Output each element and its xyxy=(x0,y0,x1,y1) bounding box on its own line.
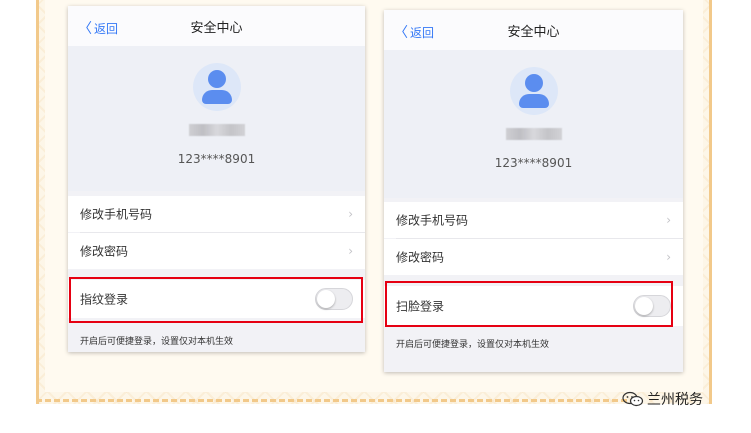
frame-dashed-border xyxy=(36,399,636,402)
watermark-text: 兰州税务 xyxy=(647,392,703,408)
watermark: 兰州税务 xyxy=(622,389,703,409)
chevron-right-icon: › xyxy=(348,244,353,258)
profile-section: 123****8901 xyxy=(68,46,365,191)
login-hint-text: 开启后可便捷登录，设置仅对本机生效 xyxy=(80,337,234,347)
avatar-head xyxy=(524,74,543,92)
avatar-body xyxy=(201,90,232,104)
highlight-box xyxy=(385,281,673,327)
avatar-icon xyxy=(192,63,241,111)
nav-bar: 〈返回 安全中心 xyxy=(384,10,683,51)
blurred-username xyxy=(505,128,562,140)
wechat-icon xyxy=(622,391,644,407)
masked-phone-number: 123****8901 xyxy=(494,156,573,170)
change-phone-row[interactable]: 修改手机号码 › xyxy=(68,196,365,232)
change-password-row[interactable]: 修改密码 › xyxy=(68,233,365,269)
avatar-body xyxy=(518,94,549,108)
change-password-label: 修改密码 xyxy=(80,244,129,259)
login-hint-text: 开启后可便捷登录，设置仅对本机生效 xyxy=(396,340,550,350)
change-phone-row[interactable]: 修改手机号码 › xyxy=(384,202,683,238)
chevron-right-icon: › xyxy=(666,213,671,227)
avatar-icon xyxy=(509,67,558,115)
chevron-right-icon: › xyxy=(666,250,671,264)
chevron-right-icon: › xyxy=(348,207,353,221)
avatar-head xyxy=(207,70,226,88)
change-password-label: 修改密码 xyxy=(396,250,445,265)
blurred-username xyxy=(188,124,245,136)
masked-phone-number: 123****8901 xyxy=(177,152,256,166)
nav-bar: 〈返回 安全中心 xyxy=(68,6,365,47)
change-password-row[interactable]: 修改密码 › xyxy=(384,239,683,275)
page-title: 安全中心 xyxy=(190,21,243,36)
change-phone-label: 修改手机号码 xyxy=(396,213,469,228)
profile-section: 123****8901 xyxy=(384,50,683,198)
change-phone-label: 修改手机号码 xyxy=(80,207,153,222)
highlight-box xyxy=(69,277,363,323)
page-title: 安全中心 xyxy=(507,25,560,40)
